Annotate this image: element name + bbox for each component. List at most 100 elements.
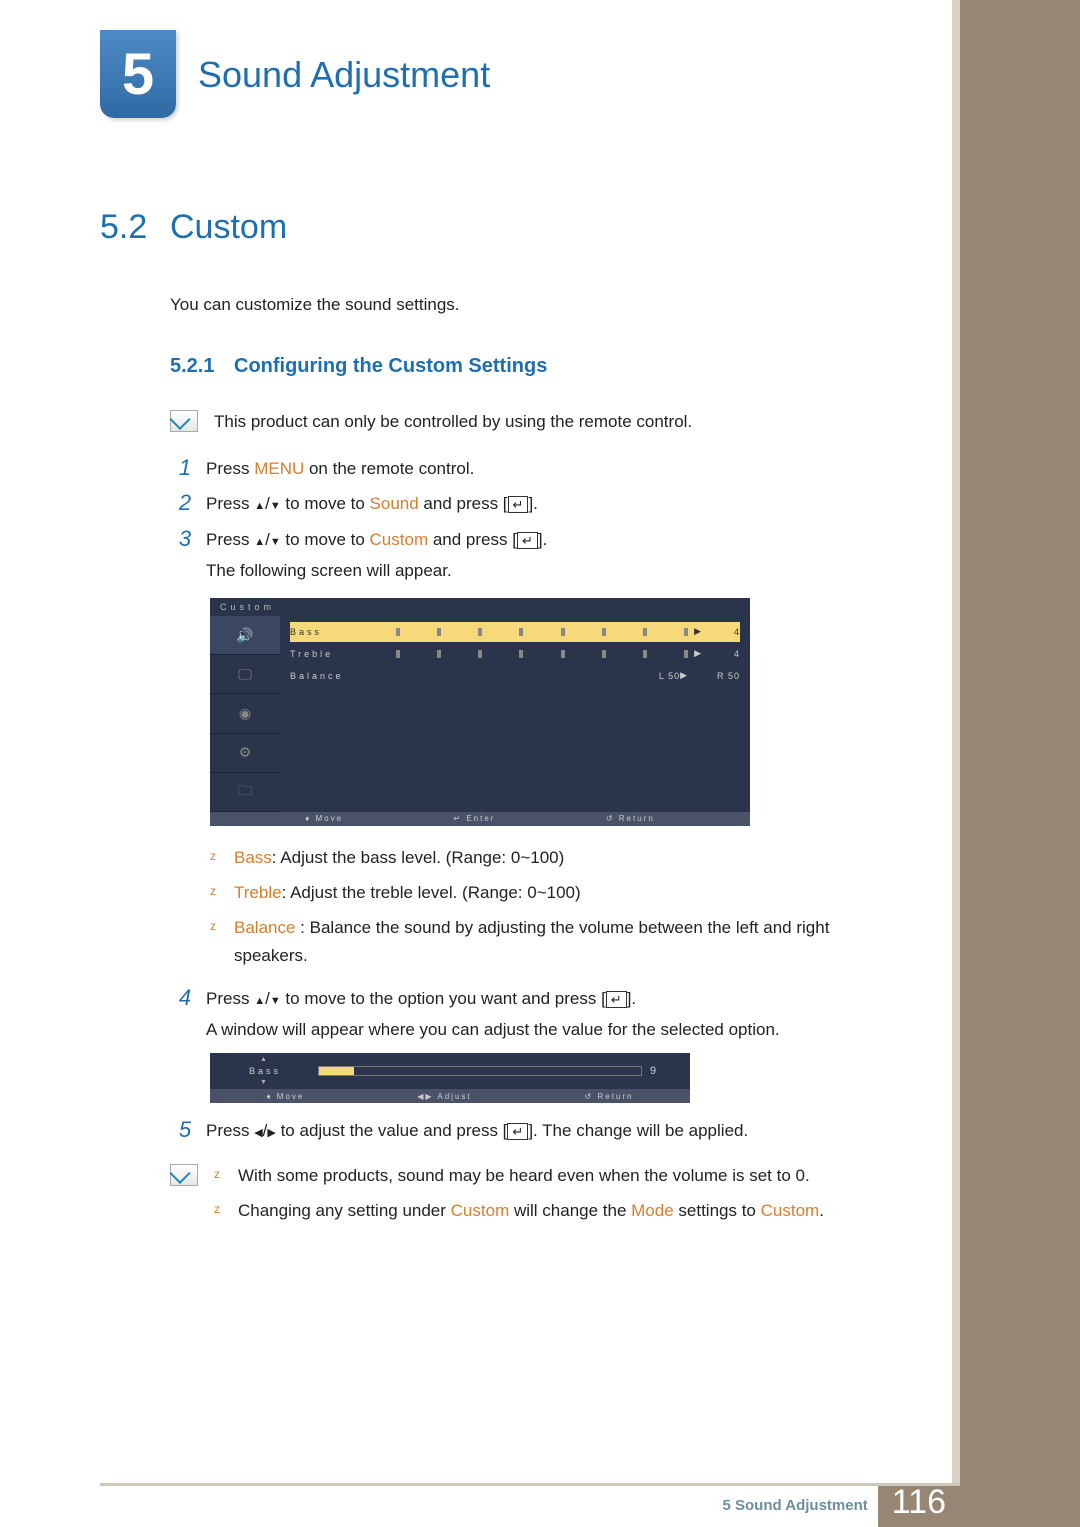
osd-title: Custom xyxy=(210,598,750,616)
note-bullet-1: z With some products, sound may be heard… xyxy=(214,1162,900,1189)
step-number: 4 xyxy=(170,985,200,1011)
step-4: 4 Press / to move to the option you want… xyxy=(170,985,900,1043)
osd-side-icon: 🗀 xyxy=(210,773,280,812)
bullet-label: Bass xyxy=(234,848,272,867)
note-icon xyxy=(170,1164,198,1186)
step-number: 3 xyxy=(170,526,200,552)
enter-icon xyxy=(507,1123,528,1140)
osd-value: 4 xyxy=(704,627,740,637)
osd-label: Bass xyxy=(290,627,390,637)
step-number: 1 xyxy=(170,455,200,481)
osd-screenshot-slider: Bass 9 ♦ Move ◀▶ Adjust ↺ Return xyxy=(210,1053,690,1103)
bullet-icon: z xyxy=(210,914,234,933)
osd-balance-l: L 50 xyxy=(620,671,680,681)
step-number: 2 xyxy=(170,490,200,516)
osd-footer-return: ↺ Return xyxy=(606,814,655,823)
osd-row-treble: Treble ▶ 4 xyxy=(290,644,740,664)
enter-icon xyxy=(517,532,538,549)
osd-screenshot-custom: Custom 🔊 🖵 ◉ ⚙ 🗀 Bass ▶ 4 Treble xyxy=(210,598,750,826)
subsection-number: 5.2.1 xyxy=(170,355,234,378)
down-arrow-icon xyxy=(270,989,281,1008)
step-sub-text: The following screen will appear. xyxy=(206,557,900,584)
osd-side-icon: 🖵 xyxy=(210,655,280,694)
osd-value: 4 xyxy=(704,649,740,659)
page-number: 116 xyxy=(878,1483,960,1527)
footer-divider xyxy=(100,1483,960,1486)
osd-main: Bass ▶ 4 Treble ▶ 4 Balance L 50 ▶ R 50 xyxy=(280,616,750,812)
enter-icon xyxy=(508,496,529,513)
bullet-icon: z xyxy=(210,844,234,863)
osd-label: Balance xyxy=(290,671,390,681)
highlight-menu: MENU xyxy=(254,459,304,478)
osd-side-icon: ◉ xyxy=(210,694,280,733)
page-footer: 5 Sound Adjustment 116 xyxy=(0,1483,960,1527)
step-text: Press / to adjust the value and press []… xyxy=(200,1117,900,1144)
up-arrow-icon xyxy=(254,494,265,513)
highlight-custom: Custom xyxy=(370,530,429,549)
bullet-balance: z Balance : Balance the sound by adjusti… xyxy=(210,914,900,968)
osd-ticks xyxy=(396,650,688,658)
bullet-icon: z xyxy=(214,1162,238,1181)
osd-footer-enter: ↵ Enter xyxy=(453,814,495,823)
osd2-label: Bass xyxy=(220,1066,310,1076)
down-arrow-icon xyxy=(270,530,281,549)
left-arrow-icon xyxy=(254,1121,262,1140)
bullet-label: Balance xyxy=(234,918,300,937)
step-text: Press / to move to Sound and press []. xyxy=(200,490,900,517)
chapter-header: 5 Sound Adjustment xyxy=(100,30,900,118)
step-text: Press MENU on the remote control. xyxy=(200,455,900,482)
osd-row-balance: Balance L 50 ▶ R 50 xyxy=(290,666,740,686)
bullet-icon: z xyxy=(214,1197,238,1216)
note-bullet-2: z Changing any setting under Custom will… xyxy=(214,1197,900,1224)
bullet-label: Treble xyxy=(234,883,282,902)
step-text: Press / to move to Custom and press []. … xyxy=(200,526,900,584)
highlight-sound: Sound xyxy=(370,494,419,513)
section-intro: You can customize the sound settings. xyxy=(170,295,900,315)
osd-footer-move: ♦ Move xyxy=(305,814,343,823)
arrow-right-icon: ▶ xyxy=(680,670,690,681)
osd2-footer-return: ↺ Return xyxy=(585,1092,634,1101)
section-number: 5.2 xyxy=(100,208,170,247)
note-block-2: z With some products, sound may be heard… xyxy=(170,1162,900,1232)
arrow-right-icon: ▶ xyxy=(694,626,704,637)
osd2-footer-adjust: ◀▶ Adjust xyxy=(417,1092,471,1101)
osd-sidebar: 🔊 🖵 ◉ ⚙ 🗀 xyxy=(210,616,280,812)
right-arrow-icon xyxy=(267,1121,275,1140)
osd-ticks xyxy=(396,628,688,636)
down-arrow-icon xyxy=(270,494,281,513)
osd-row-bass: Bass ▶ 4 xyxy=(290,622,740,642)
bullet-bass: z Bass: Adjust the bass level. (Range: 0… xyxy=(210,844,900,871)
bullet-treble: z Treble: Adjust the treble level. (Rang… xyxy=(210,879,900,906)
step-text: Press / to move to the option you want a… xyxy=(200,985,900,1043)
osd-label: Treble xyxy=(290,649,390,659)
osd-side-icon: 🔊 xyxy=(210,616,280,655)
osd2-slider xyxy=(318,1066,642,1076)
chapter-title: Sound Adjustment xyxy=(198,54,490,96)
section-title: Custom xyxy=(170,208,287,247)
step-3: 3 Press / to move to Custom and press []… xyxy=(170,526,900,584)
up-arrow-icon xyxy=(254,530,265,549)
subsection-title: Configuring the Custom Settings xyxy=(234,355,547,378)
osd-side-icon: ⚙ xyxy=(210,734,280,773)
note-text: This product can only be controlled by u… xyxy=(214,408,692,435)
osd2-slider-fill xyxy=(319,1067,354,1075)
note-icon xyxy=(170,410,198,432)
page-content: 5 Sound Adjustment 5.2 Custom You can cu… xyxy=(0,0,1080,1233)
osd2-footer: ♦ Move ◀▶ Adjust ↺ Return xyxy=(210,1089,690,1103)
osd-balance-r: R 50 xyxy=(690,671,740,681)
osd-footer: ♦ Move ↵ Enter ↺ Return xyxy=(210,812,750,826)
osd2-value: 9 xyxy=(650,1065,680,1077)
step-sub-text: A window will appear where you can adjus… xyxy=(206,1016,900,1043)
option-bullets: z Bass: Adjust the bass level. (Range: 0… xyxy=(210,844,900,969)
up-arrow-icon xyxy=(254,989,265,1008)
arrow-right-icon: ▶ xyxy=(694,648,704,659)
step-number: 5 xyxy=(170,1117,200,1143)
subsection-header: 5.2.1 Configuring the Custom Settings xyxy=(170,355,900,378)
footer-chapter-ref: 5 Sound Adjustment xyxy=(722,1497,867,1514)
note-block-1: This product can only be controlled by u… xyxy=(170,408,900,435)
osd2-footer-move: ♦ Move xyxy=(266,1092,304,1101)
enter-icon xyxy=(606,991,627,1008)
step-2: 2 Press / to move to Sound and press []. xyxy=(170,490,900,517)
section-header: 5.2 Custom xyxy=(100,208,900,247)
step-5: 5 Press / to adjust the value and press … xyxy=(170,1117,900,1144)
